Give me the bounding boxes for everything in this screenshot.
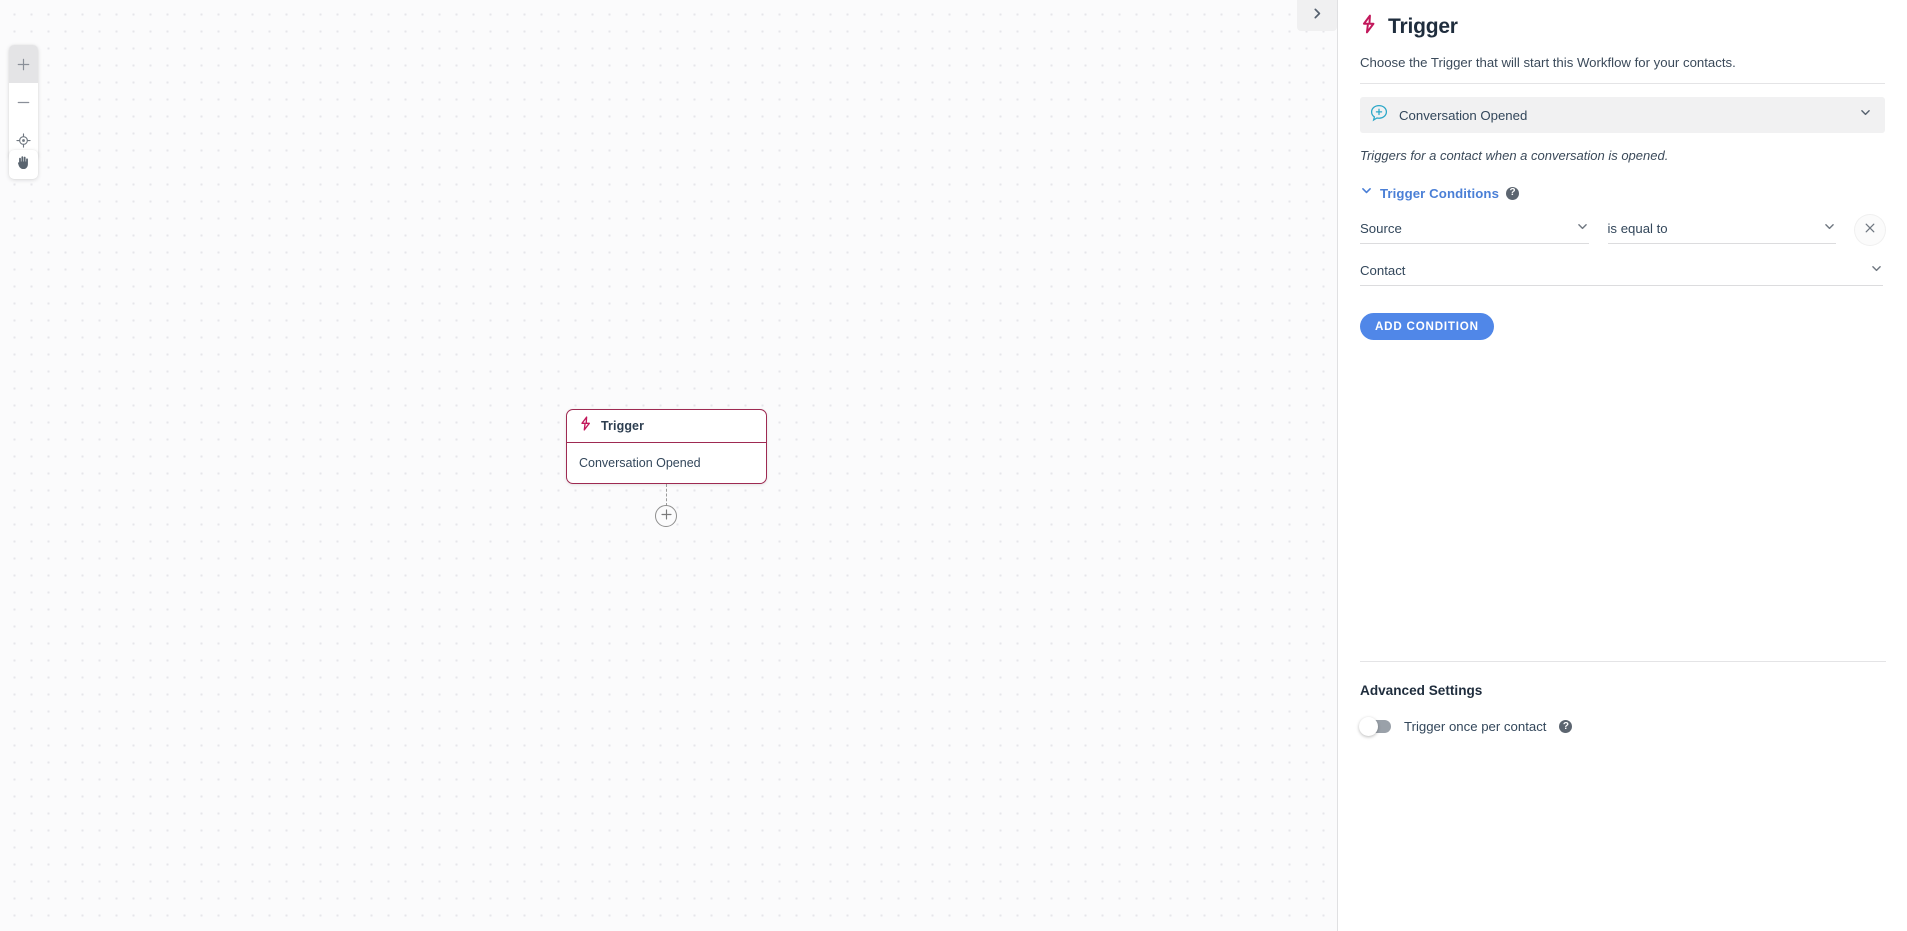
operator-select-value: is equal to [1607,221,1668,236]
trigger-once-toggle[interactable] [1359,717,1391,736]
add-condition-button[interactable]: ADD CONDITION [1360,313,1494,340]
lightning-bolt-icon [1360,14,1377,39]
question-mark-icon[interactable]: ? [1506,186,1520,200]
contact-select[interactable]: Contact [1360,256,1883,286]
minus-icon [17,96,30,109]
close-x-icon [1864,221,1876,239]
delete-condition-button[interactable] [1855,215,1885,245]
chevron-down-icon [1576,220,1589,238]
trigger-type-select[interactable]: Conversation Opened [1360,97,1885,133]
plus-icon [17,58,30,71]
advanced-settings-title: Advanced Settings [1360,683,1483,698]
trigger-node[interactable]: Trigger Conversation Opened [566,409,767,484]
source-select-value: Source [1360,221,1402,236]
trigger-conditions-header[interactable]: Trigger Conditions ? [1360,184,1885,202]
chevron-down-icon [1870,262,1883,280]
condition-row: Contact [1360,256,1885,286]
zoom-in-button[interactable] [9,45,38,83]
page-title: Trigger [1388,14,1458,38]
advanced-settings-section: Advanced Settings Trigger once per conta… [1359,661,1886,736]
chevron-down-icon [1823,220,1836,238]
pan-tool-button[interactable] [9,150,38,179]
plus-circle-icon [660,507,672,525]
chevron-down-icon [1360,184,1373,202]
workflow-canvas[interactable]: Trigger Conversation Opened [0,0,1337,931]
trigger-type-value: Conversation Opened [1399,107,1528,123]
trigger-settings-panel: Trigger Choose the Trigger that will sta… [1337,0,1907,931]
trigger-node-header: Trigger [567,410,766,443]
chevron-down-icon [1859,106,1872,124]
trigger-node-title: Trigger [601,419,645,433]
canvas-zoom-toolbar [9,45,38,159]
lightning-bolt-icon [579,416,592,436]
trigger-once-label: Trigger once per contact [1404,719,1547,734]
trigger-description: Triggers for a contact when a conversati… [1360,148,1669,163]
trigger-conditions-label: Trigger Conditions [1380,185,1500,201]
contact-select-value: Contact [1360,263,1406,278]
operator-select[interactable]: is equal to [1607,214,1836,244]
crosshair-target-icon [16,132,31,148]
panel-subtitle: Choose the Trigger that will start this … [1360,55,1736,70]
node-connector-line [666,484,667,506]
trigger-node-body: Conversation Opened [579,456,701,470]
divider [1360,661,1886,662]
source-select[interactable]: Source [1360,214,1589,244]
zoom-out-button[interactable] [9,83,38,121]
panel-header: Trigger [1360,0,1885,39]
divider [1360,83,1885,84]
chevron-right-icon [1311,7,1324,25]
condition-row: Source is equal to [1360,214,1885,245]
workflow-editor: Trigger Conversation Opened Trigger Choo… [0,0,1907,931]
panel-collapse-toggle[interactable] [1297,0,1337,31]
hand-icon [16,154,31,175]
chat-bubble-plus-icon [1370,104,1388,127]
question-mark-icon[interactable]: ? [1559,720,1573,733]
toggle-knob [1359,717,1378,736]
trigger-once-row: Trigger once per contact ? [1359,717,1886,736]
add-node-button[interactable] [655,505,677,527]
